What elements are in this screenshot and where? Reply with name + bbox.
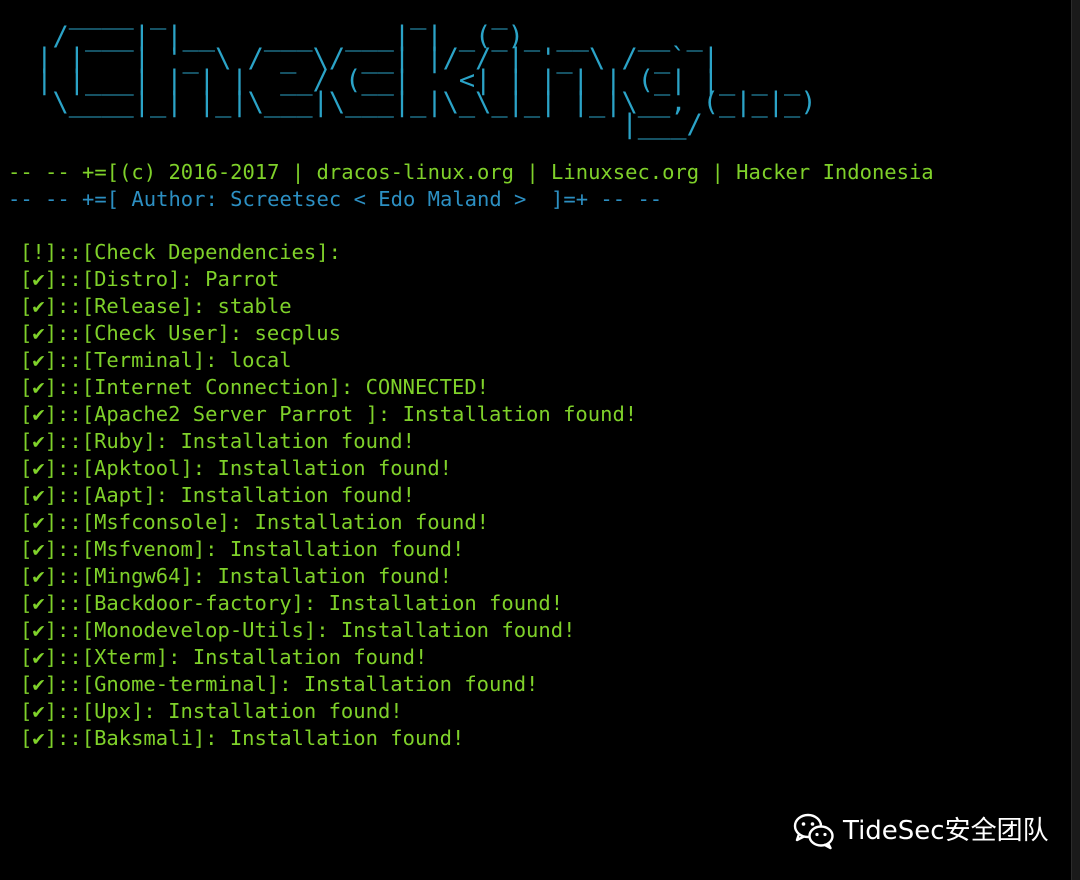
check-value: Parrot xyxy=(205,267,280,291)
check-mark: ✔ xyxy=(32,375,45,399)
check-label: Mingw64 xyxy=(94,564,181,588)
window-right-border xyxy=(1071,0,1080,880)
check-label: Msfvenom xyxy=(94,537,193,561)
check-label: Aapt xyxy=(94,483,144,507)
check-row: [✔]::[Monodevelop-Utils]: Installation f… xyxy=(20,618,576,642)
check-label: Xterm xyxy=(94,645,156,669)
check-row: [✔]::[Aapt]: Installation found! xyxy=(20,483,415,507)
check-label: Apktool xyxy=(94,456,181,480)
check-mark: ✔ xyxy=(32,510,45,534)
author-line: -- -- +=[ Author: Screetsec < Edo Maland… xyxy=(8,187,663,211)
check-row: [✔]::[Internet Connection]: CONNECTED! xyxy=(20,375,490,399)
check-label: Monodevelop-Utils xyxy=(94,618,304,642)
check-mark: ✔ xyxy=(32,294,45,318)
check-mark: ✔ xyxy=(32,672,45,696)
check-label: Ruby xyxy=(94,429,144,453)
check-value: Installation found! xyxy=(303,672,539,696)
check-row: [✔]::[Gnome-terminal]: Installation foun… xyxy=(20,672,539,696)
check-value: Installation found! xyxy=(217,564,453,588)
check-row: [✔]::[Release]: stable xyxy=(20,294,292,318)
check-value: Installation found! xyxy=(340,618,576,642)
check-mark: ✔ xyxy=(32,645,45,669)
check-label: Msfconsole xyxy=(94,510,218,534)
check-value: Installation found! xyxy=(254,510,490,534)
check-value: CONNECTED! xyxy=(365,375,490,399)
check-row: [!]::[Check Dependencies]: xyxy=(20,240,341,264)
check-mark: ✔ xyxy=(32,699,45,723)
check-mark: ✔ xyxy=(32,456,45,480)
check-mark: ✔ xyxy=(32,483,45,507)
terminal-window: ˇ ____ _ _ _ / ___| |__ ___ ___| | _(_)_… xyxy=(0,0,1080,880)
wechat-icon xyxy=(793,813,834,850)
check-label: Check User xyxy=(94,321,218,345)
check-mark: ✔ xyxy=(32,726,45,750)
check-label: Internet Connection xyxy=(94,375,329,399)
check-mark: ✔ xyxy=(32,348,45,372)
check-row: [✔]::[Distro]: Parrot xyxy=(20,267,280,291)
check-value: Installation found! xyxy=(180,429,415,453)
check-row: [✔]::[Baksmali]: Installation found! xyxy=(20,726,465,750)
check-label: Backdoor-factory xyxy=(94,591,292,615)
check-row: [✔]::[Upx]: Installation found! xyxy=(20,699,403,723)
check-value: Installation found! xyxy=(229,537,465,561)
check-row: [✔]::[Check User]: secplus xyxy=(20,321,341,345)
check-label: Terminal xyxy=(94,348,193,372)
copyright-line: -- -- +=[(c) 2016-2017 | dracos-linux.or… xyxy=(8,160,934,184)
check-row: [✔]::[Apktool]: Installation found! xyxy=(20,456,453,480)
check-value: Installation found! xyxy=(217,456,453,480)
check-mark: ✔ xyxy=(32,402,45,426)
check-mark: ✔ xyxy=(32,267,45,291)
check-value: Installation found! xyxy=(192,645,428,669)
check-value: secplus xyxy=(254,321,341,345)
check-label: Baksmali xyxy=(94,726,193,750)
check-value: Installation found! xyxy=(328,591,564,615)
check-row: [✔]::[Msfvenom]: Installation found! xyxy=(20,537,465,561)
check-row: [✔]::[Terminal]: local xyxy=(20,348,292,372)
dependency-check-list: [!]::[Check Dependencies]:[✔]::[Distro]:… xyxy=(20,239,637,752)
check-value: Installation found! xyxy=(229,726,465,750)
check-value: Installation found! xyxy=(402,402,638,426)
check-value: stable xyxy=(217,294,292,318)
check-mark: ✔ xyxy=(32,564,45,588)
check-row: [✔]::[Ruby]: Installation found! xyxy=(20,429,415,453)
check-row: [✔]::[Mingw64]: Installation found! xyxy=(20,564,453,588)
check-mark: ✔ xyxy=(32,591,45,615)
check-label: Gnome-terminal xyxy=(94,672,267,696)
check-label: Check Dependencies xyxy=(94,240,317,264)
check-label: Distro xyxy=(94,267,169,291)
check-mark: ✔ xyxy=(32,429,45,453)
check-label: Upx xyxy=(94,699,132,723)
watermark-text: TideSec安全团队 xyxy=(843,816,1049,846)
check-mark: ✔ xyxy=(32,321,45,345)
check-mark: ✔ xyxy=(32,537,45,561)
check-mark: ✔ xyxy=(32,618,45,642)
check-row: [✔]::[Backdoor-factory]: Installation fo… xyxy=(20,591,564,615)
check-value: local xyxy=(229,348,292,372)
check-value: Installation found! xyxy=(180,483,415,507)
check-value: Installation found! xyxy=(168,699,403,723)
check-label: Apache2 Server Parrot xyxy=(94,402,366,426)
check-label: Release xyxy=(94,294,181,318)
check-row: [✔]::[Msfconsole]: Installation found! xyxy=(20,510,490,534)
check-mark: ! xyxy=(32,240,45,264)
watermark: TideSec安全团队 xyxy=(793,812,1049,850)
check-row: [✔]::[Xterm]: Installation found! xyxy=(20,645,428,669)
ascii-banner: ____ _ _ _ / ___| |__ ___ ___| | _(_)_ _… xyxy=(36,0,817,140)
check-row: [✔]::[Apache2 Server Parrot ]: Installat… xyxy=(20,402,638,426)
